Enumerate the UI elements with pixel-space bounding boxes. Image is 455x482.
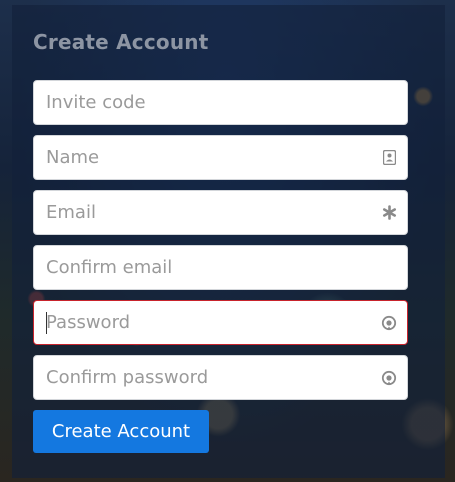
confirm-password-input[interactable] — [34, 356, 407, 399]
name-field[interactable] — [33, 135, 408, 180]
text-cursor — [46, 312, 47, 334]
required-asterisk-icon — [381, 205, 397, 221]
email-input[interactable] — [34, 191, 407, 234]
invite-code-field[interactable] — [33, 80, 408, 125]
create-account-panel — [12, 5, 445, 478]
confirm-password-field[interactable] — [33, 355, 408, 400]
password-field[interactable] — [33, 300, 408, 345]
create-account-button[interactable]: Create Account — [33, 410, 209, 453]
invite-code-input[interactable] — [34, 81, 407, 124]
password-input[interactable] — [34, 301, 407, 344]
password-reveal-icon[interactable] — [381, 315, 397, 331]
contact-card-icon — [381, 150, 397, 166]
confirm-email-input[interactable] — [34, 246, 407, 289]
email-field[interactable] — [33, 190, 408, 235]
password-reveal-icon[interactable] — [381, 370, 397, 386]
name-input[interactable] — [34, 136, 407, 179]
form-title: Create Account — [33, 30, 209, 54]
confirm-email-field[interactable] — [33, 245, 408, 290]
